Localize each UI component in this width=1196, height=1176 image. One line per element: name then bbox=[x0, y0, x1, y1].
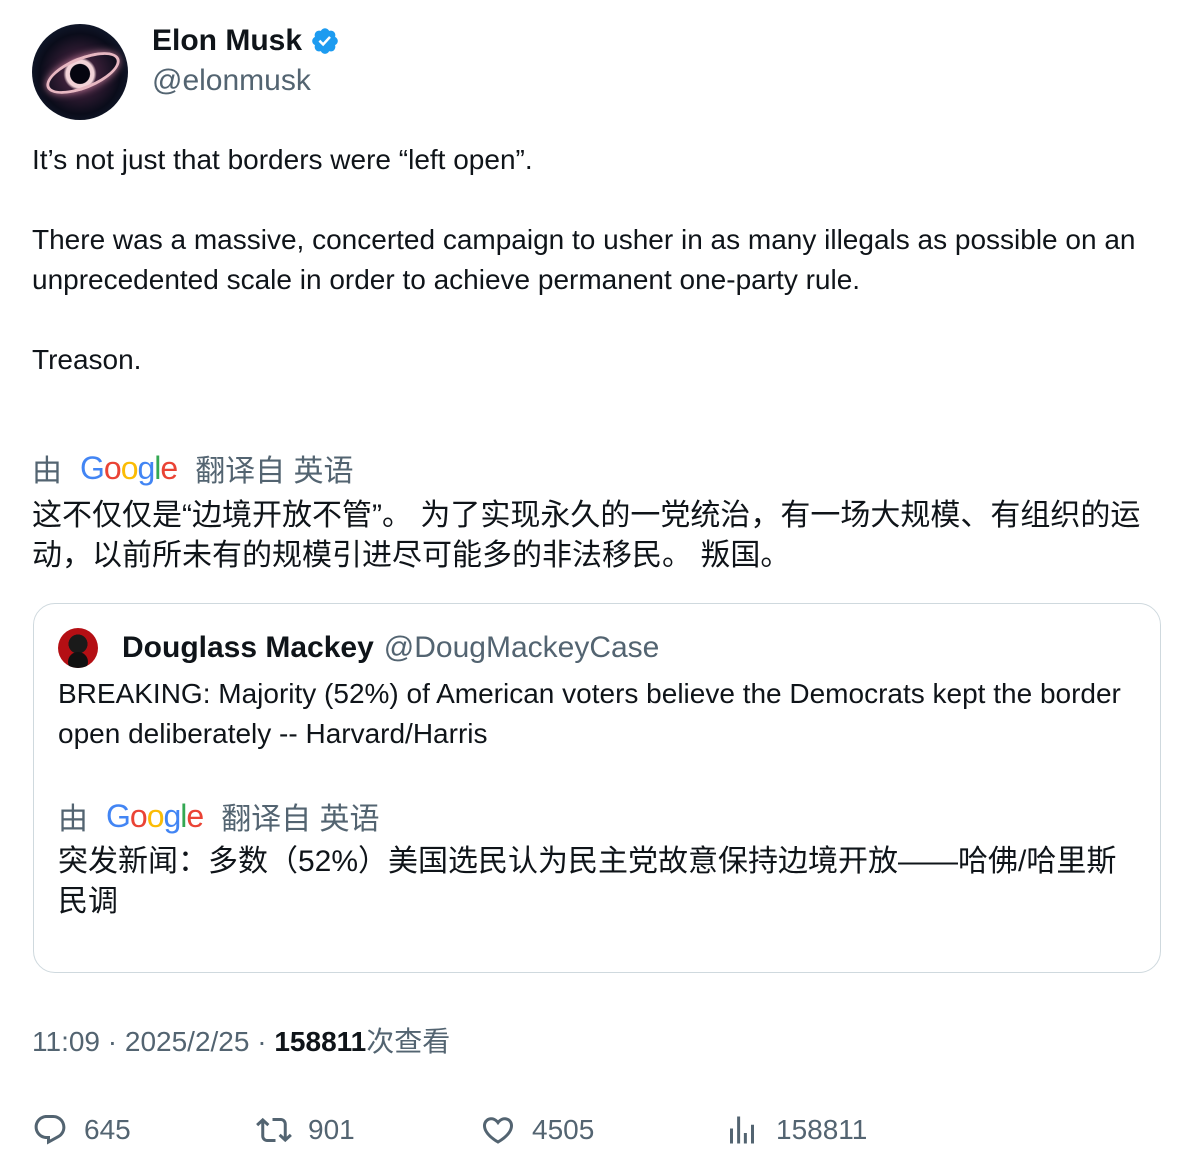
tweet-header: Elon Musk @elonmusk bbox=[32, 24, 1162, 120]
views-count-action: 158811 bbox=[776, 1114, 868, 1145]
author-avatar[interactable] bbox=[32, 24, 128, 120]
tweet-date[interactable]: 2025/2/25 bbox=[125, 1026, 250, 1057]
author-handle[interactable]: @elonmusk bbox=[152, 64, 340, 98]
quoted-author-name[interactable]: Douglass Mackey bbox=[122, 631, 374, 665]
like-count: 4505 bbox=[532, 1114, 595, 1145]
views-count: 158811 bbox=[274, 1026, 367, 1057]
quoted-tweet[interactable]: Douglass Mackey @DougMackeyCase BREAKING… bbox=[33, 603, 1161, 973]
action-bar: 645 901 4505 158811 bbox=[32, 1108, 1162, 1152]
translation-from-label: 翻译自 英语 bbox=[195, 455, 354, 488]
tweet-translation: 由 Google 翻译自 英语 这不仅仅是“边境开放不管”。 为了实现永久的一党… bbox=[32, 446, 1162, 576]
verified-badge-icon bbox=[312, 28, 338, 54]
heart-icon bbox=[482, 1117, 514, 1144]
views-button[interactable]: 158811 bbox=[724, 1108, 867, 1152]
tweet-time[interactable]: 11:09 bbox=[32, 1026, 100, 1057]
quoted-tweet-header: Douglass Mackey @DougMackeyCase bbox=[58, 628, 659, 668]
tweet-paragraph: Treason. bbox=[32, 344, 142, 375]
retweet-count: 901 bbox=[308, 1114, 355, 1145]
translated-text: 这不仅仅是“边境开放不管”。 为了实现永久的一党统治，有一场大规模、有组织的运动… bbox=[32, 499, 1141, 572]
views-label: 次查看 bbox=[366, 1026, 451, 1057]
quoted-author-avatar[interactable] bbox=[58, 628, 98, 668]
google-logo-icon: Google bbox=[106, 797, 204, 834]
like-button[interactable]: 4505 bbox=[480, 1108, 594, 1152]
author-name-text[interactable]: Elon Musk bbox=[152, 24, 302, 58]
reply-count: 645 bbox=[84, 1114, 131, 1145]
quoted-author-handle[interactable]: @DougMackeyCase bbox=[384, 631, 660, 665]
translation-attribution[interactable]: 由 Google 翻译自 英语 bbox=[32, 446, 1162, 490]
tweet-paragraph: There was a massive, concerted campaign … bbox=[32, 224, 1144, 295]
tweet-meta: 11:09 · 2025/2/25 · 158811次查看 bbox=[32, 1020, 450, 1064]
author-names: Elon Musk @elonmusk bbox=[152, 24, 340, 98]
meta-separator: · bbox=[249, 1026, 275, 1057]
meta-separator: · bbox=[100, 1026, 125, 1057]
retweet-button[interactable]: 901 bbox=[256, 1108, 355, 1152]
translation-from-label: 翻译自 英语 bbox=[221, 803, 380, 836]
retweet-icon bbox=[256, 1117, 292, 1143]
google-logo-icon: Google bbox=[80, 449, 178, 486]
author-display-name[interactable]: Elon Musk bbox=[152, 24, 340, 58]
tweet-text: It’s not just that borders were “left op… bbox=[32, 140, 1162, 380]
translation-by-label: 由 bbox=[58, 803, 88, 836]
analytics-icon bbox=[730, 1116, 754, 1144]
quoted-tweet-translation: 由 Google 翻译自 英语 突发新闻：多数（52%）美国选民认为民主党故意保… bbox=[58, 794, 1138, 922]
translation-by-label: 由 bbox=[32, 455, 62, 488]
quoted-translated-text: 突发新闻：多数（52%）美国选民认为民主党故意保持边境开放——哈佛/哈里斯民调 bbox=[58, 845, 1117, 918]
reply-button[interactable]: 645 bbox=[32, 1108, 131, 1152]
reply-icon bbox=[34, 1115, 66, 1145]
tweet-paragraph: It’s not just that borders were “left op… bbox=[32, 144, 533, 175]
quoted-tweet-text: BREAKING: Majority (52%) of American vot… bbox=[58, 678, 1121, 749]
quoted-translation-attribution[interactable]: 由 Google 翻译自 英语 bbox=[58, 794, 1138, 838]
